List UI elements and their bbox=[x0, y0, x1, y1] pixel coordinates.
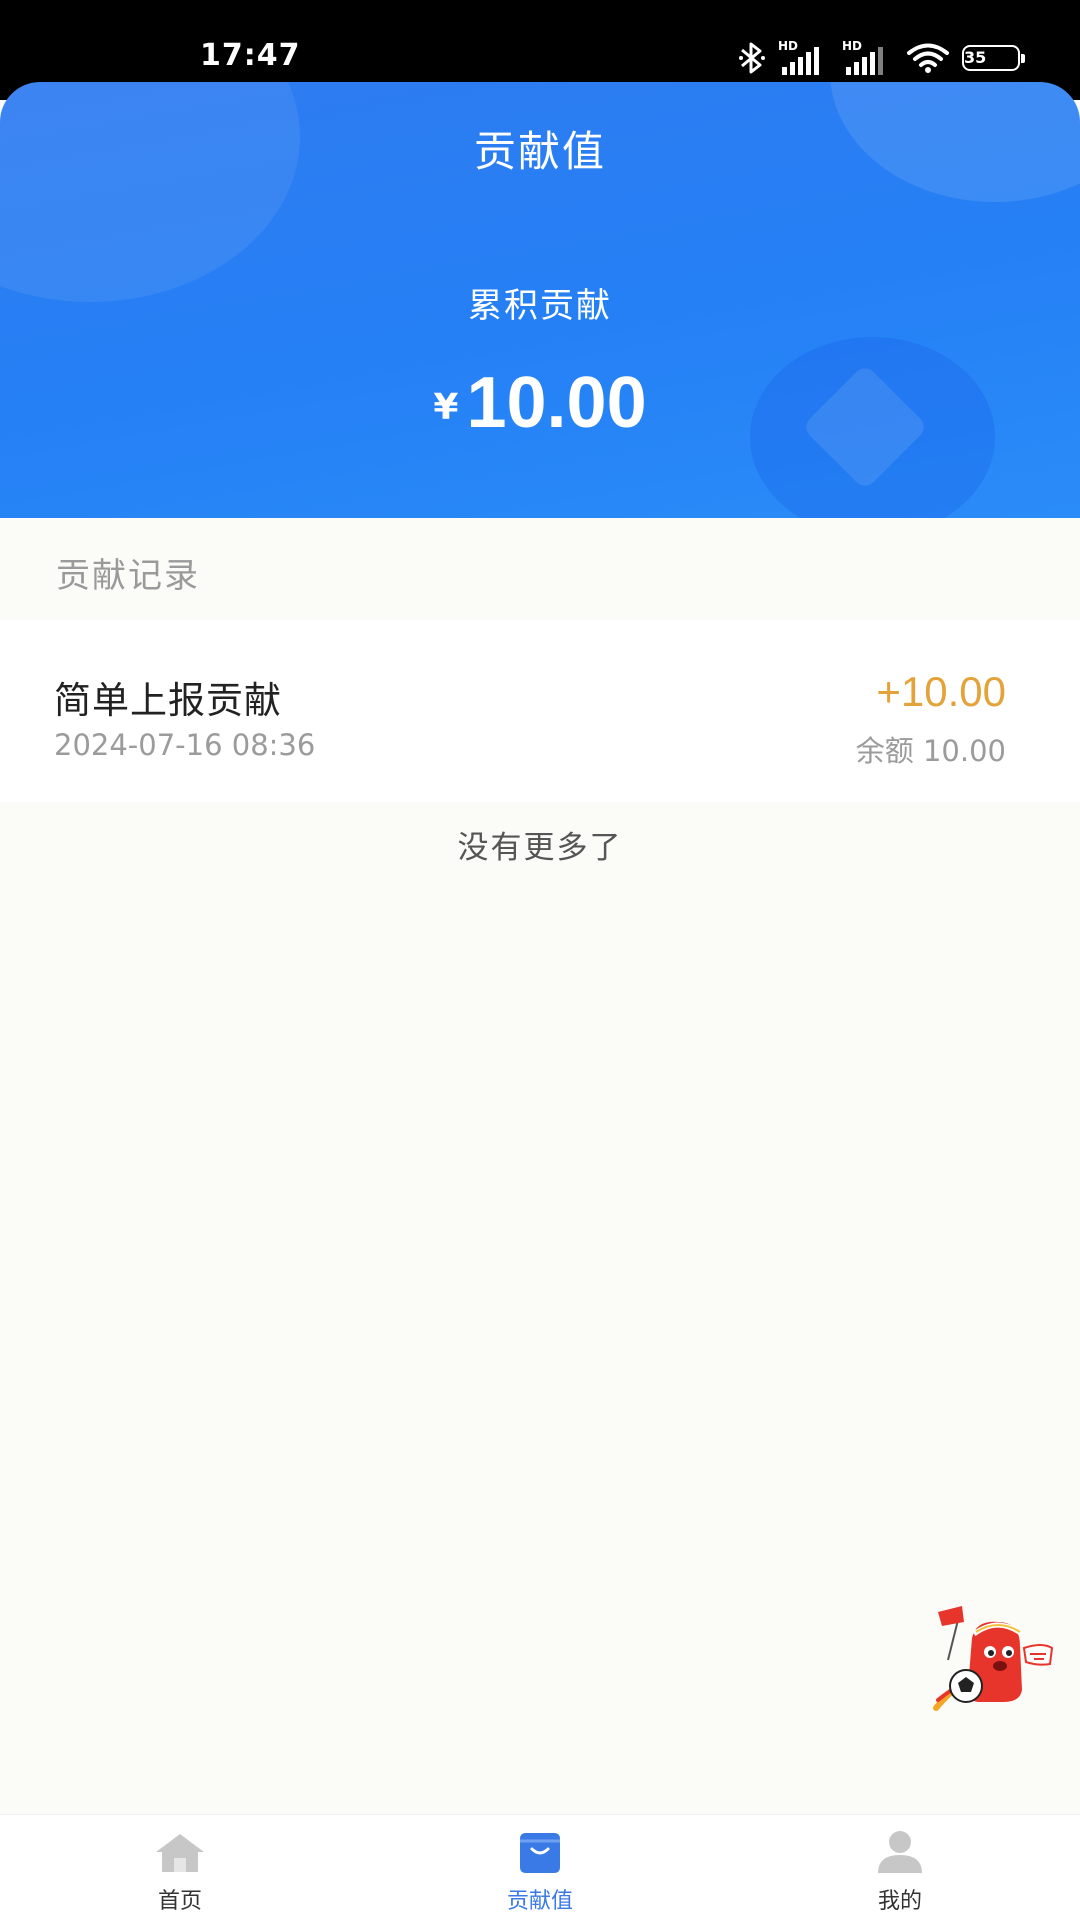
hd-signal-icon: HD bbox=[778, 39, 830, 75]
mascot-floating-icon[interactable] bbox=[928, 1604, 1058, 1718]
battery-icon: 35 bbox=[962, 45, 1025, 71]
contribution-header: 贡献值 累积贡献 ¥10.00 bbox=[0, 82, 1080, 518]
total-contribution-amount: ¥10.00 bbox=[0, 362, 1080, 444]
currency-symbol: ¥ bbox=[433, 387, 459, 428]
decorative-circle bbox=[0, 82, 300, 302]
record-balance: 余额 10.00 bbox=[855, 734, 1006, 768]
bottom-tab-bar: 首页 贡献值 我的 bbox=[0, 1814, 1080, 1920]
record-time: 2024-07-16 08:36 bbox=[54, 728, 316, 762]
status-icons: HD HD 35 bbox=[738, 39, 1025, 76]
tab-label: 贡献值 bbox=[506, 1889, 573, 1914]
screen: 17:47 HD HD 35 贡献值 累积贡献 ¥10.00 贡献记录 简单上报… bbox=[0, 0, 1080, 1920]
total-contribution-label: 累积贡献 bbox=[468, 286, 612, 326]
wifi-icon bbox=[906, 42, 950, 74]
page-title: 贡献值 bbox=[473, 127, 606, 176]
user-icon bbox=[872, 1827, 928, 1877]
status-time: 17:47 bbox=[200, 38, 301, 73]
bluetooth-icon bbox=[738, 41, 766, 75]
tab-home[interactable]: 首页 bbox=[0, 1815, 360, 1920]
total-amount-value: 10.00 bbox=[466, 363, 647, 443]
record-list-item[interactable]: 简单上报贡献 2024-07-16 08:36 +10.00 余额 10.00 bbox=[0, 620, 1080, 802]
wallet-icon bbox=[512, 1827, 568, 1877]
tab-label: 首页 bbox=[157, 1889, 202, 1914]
tab-mine[interactable]: 我的 bbox=[720, 1815, 1080, 1920]
record-amount: +10.00 bbox=[876, 668, 1006, 715]
record-name: 简单上报贡献 bbox=[54, 679, 282, 722]
records-section-title: 贡献记录 bbox=[56, 556, 200, 596]
home-icon bbox=[152, 1827, 208, 1877]
hd-signal-icon: HD bbox=[842, 39, 894, 75]
tab-label: 我的 bbox=[877, 1889, 922, 1914]
list-end-text: 没有更多了 bbox=[457, 830, 623, 866]
tab-contribution[interactable]: 贡献值 bbox=[360, 1815, 720, 1920]
